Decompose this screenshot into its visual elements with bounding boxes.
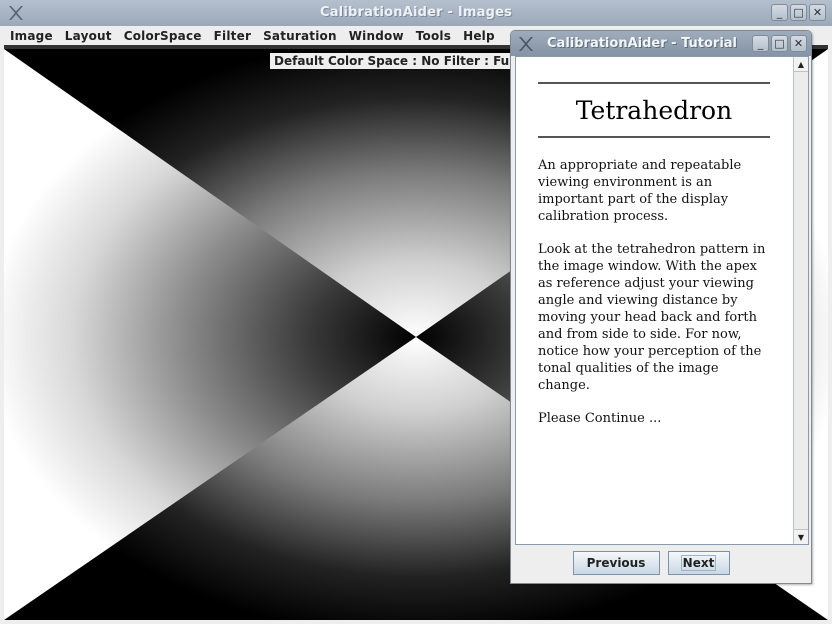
vertical-scrollbar[interactable]: ▲ ▼ xyxy=(793,57,808,544)
tutorial-heading: Tetrahedron xyxy=(575,96,733,125)
menu-saturation[interactable]: Saturation xyxy=(257,29,343,43)
tutorial-paragraph: An appropriate and repeatable viewing en… xyxy=(538,158,742,224)
previous-button[interactable]: Previous xyxy=(572,551,660,575)
tutorial-window: CalibrationAider - Tutorial _ □ ✕ Tetrah… xyxy=(510,30,812,584)
menu-image[interactable]: Image xyxy=(4,29,59,43)
heading-rule-top xyxy=(538,82,770,84)
menu-tools[interactable]: Tools xyxy=(410,29,457,43)
scroll-up-arrow-icon[interactable]: ▲ xyxy=(794,57,808,72)
tutorial-titlebar[interactable]: CalibrationAider - Tutorial _ □ ✕ xyxy=(511,31,811,56)
heading-rule-bottom xyxy=(538,136,770,138)
minimize-button[interactable]: _ xyxy=(771,4,788,21)
menu-window[interactable]: Window xyxy=(343,29,410,43)
close-button[interactable]: ✕ xyxy=(790,35,807,52)
next-button-label: Next xyxy=(680,555,717,571)
tutorial-content-pane: Tetrahedron An appropriate and repeatabl… xyxy=(515,56,809,545)
maximize-button[interactable]: □ xyxy=(790,4,807,21)
window-title: CalibrationAider - Images xyxy=(319,5,513,20)
navigation-buttons: Previous Next xyxy=(511,551,811,577)
tutorial-paragraph: Please Continue ... xyxy=(538,411,662,426)
minimize-button[interactable]: _ xyxy=(752,35,769,52)
app-x-icon xyxy=(519,37,533,51)
images-titlebar[interactable]: CalibrationAider - Images _ □ ✕ xyxy=(0,0,832,26)
tutorial-title: CalibrationAider - Tutorial xyxy=(547,36,738,51)
menu-layout[interactable]: Layout xyxy=(59,29,118,43)
menu-colorspace[interactable]: ColorSpace xyxy=(118,29,208,43)
menu-filter[interactable]: Filter xyxy=(208,29,257,43)
tutorial-content: Tetrahedron An appropriate and repeatabl… xyxy=(538,57,770,427)
menu-help[interactable]: Help xyxy=(457,29,501,43)
tutorial-paragraph: Look at the tetrahedron pattern in the i… xyxy=(538,242,766,393)
maximize-button[interactable]: □ xyxy=(771,35,788,52)
close-button[interactable]: ✕ xyxy=(809,4,826,21)
scroll-down-arrow-icon[interactable]: ▼ xyxy=(794,529,808,544)
next-button[interactable]: Next xyxy=(667,551,730,575)
